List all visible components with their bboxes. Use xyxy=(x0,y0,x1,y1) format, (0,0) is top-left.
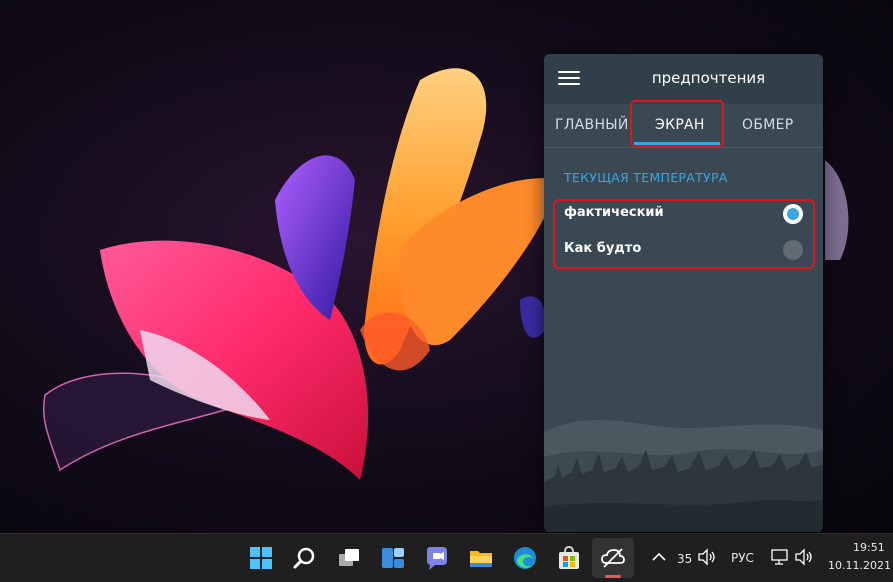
weather-settings-panel: предпочтения ГЛАВНЫЙ ЭКРАН ОБМЕР ТЕКУЩАЯ… xyxy=(544,54,823,532)
hamburger-menu-icon[interactable] xyxy=(558,71,580,87)
tab-highlight-box xyxy=(630,100,724,147)
task-view-icon[interactable] xyxy=(335,544,363,572)
language-indicator[interactable]: РУС xyxy=(731,551,754,565)
windows-start-icon[interactable] xyxy=(247,544,275,572)
chat-icon[interactable] xyxy=(423,544,451,572)
volume-icon[interactable] xyxy=(697,548,717,566)
file-explorer-icon[interactable] xyxy=(467,544,495,572)
clock-time[interactable]: 19:51 xyxy=(853,541,885,554)
store-icon[interactable] xyxy=(555,544,583,572)
section-title: ТЕКУЩАЯ ТЕМПЕРАТУРА xyxy=(564,170,728,185)
active-app-indicator xyxy=(605,575,621,578)
taskbar: 35 РУС 19:51 10.11.2021 xyxy=(0,533,893,582)
clock-date[interactable]: 10.11.2021 xyxy=(828,559,891,572)
options-highlight-box xyxy=(553,199,815,269)
panel-header: предпочтения xyxy=(544,54,823,104)
weather-app-icon[interactable] xyxy=(599,544,627,572)
panel-title: предпочтения xyxy=(651,69,766,87)
volume-icon-secondary[interactable] xyxy=(794,548,814,566)
search-icon[interactable] xyxy=(291,544,319,572)
chevron-up-icon[interactable] xyxy=(650,548,668,566)
landscape-illustration xyxy=(544,420,823,532)
widgets-icon[interactable] xyxy=(379,544,407,572)
tab-measure[interactable]: ОБМЕР xyxy=(742,117,794,133)
edge-icon[interactable] xyxy=(511,544,539,572)
tray-temperature[interactable]: 35 xyxy=(677,552,692,566)
tab-main[interactable]: ГЛАВНЫЙ xyxy=(555,117,629,133)
network-icon[interactable] xyxy=(770,548,790,566)
